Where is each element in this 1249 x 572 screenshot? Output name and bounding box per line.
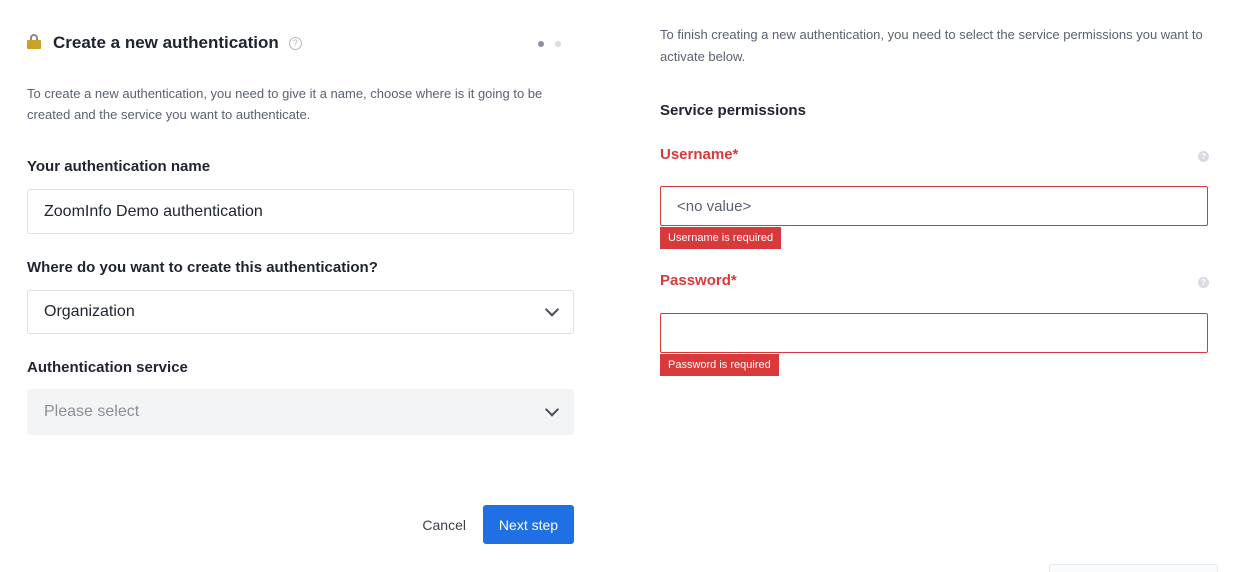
dialog-header: Create a new authentication ? bbox=[27, 31, 574, 55]
location-select[interactable]: Organization bbox=[27, 290, 574, 334]
bottom-panel-edge bbox=[1049, 564, 1218, 572]
username-label: Username* bbox=[660, 146, 739, 163]
location-label: Where do you want to create this authent… bbox=[27, 259, 378, 276]
username-placeholder: <no value> bbox=[677, 197, 752, 215]
authentication-service-label: Authentication service bbox=[27, 359, 188, 376]
step-dot-1[interactable] bbox=[538, 41, 544, 47]
authentication-service-select[interactable]: Please select bbox=[27, 389, 574, 435]
step-description: To create a new authentication, you need… bbox=[27, 86, 543, 122]
authentication-service-placeholder: Please select bbox=[44, 403, 140, 420]
username-input[interactable]: <no value> bbox=[660, 186, 1208, 226]
username-error: Username is required bbox=[660, 227, 782, 249]
dialog-title: Create a new authentication bbox=[53, 33, 279, 52]
cancel-button[interactable]: Cancel bbox=[422, 505, 466, 544]
location-selected-value: Organization bbox=[44, 303, 135, 320]
authentication-name-label: Your authentication name bbox=[27, 158, 211, 175]
help-circle-icon[interactable]: ? bbox=[288, 36, 302, 50]
step-indicator bbox=[538, 41, 561, 47]
service-permissions-title: Service permissions bbox=[660, 102, 806, 119]
help-circle-icon[interactable]: ? bbox=[1198, 277, 1209, 288]
create-authentication-step-2: To finish creating a new authentication,… bbox=[660, 0, 1209, 572]
help-circle-icon[interactable]: ? bbox=[1198, 151, 1209, 162]
create-authentication-step-1: Create a new authentication ? To create … bbox=[27, 0, 574, 572]
authentication-name-input[interactable]: ZoomInfo Demo authentication bbox=[27, 189, 574, 234]
step-2-description: To finish creating a new authentication,… bbox=[660, 27, 1203, 64]
password-label: Password* bbox=[660, 272, 737, 289]
next-step-button[interactable]: Next step bbox=[483, 505, 574, 544]
chevron-down-icon bbox=[544, 302, 560, 317]
lock-icon bbox=[27, 34, 41, 50]
password-input[interactable] bbox=[660, 313, 1208, 353]
password-error: Password is required bbox=[660, 354, 779, 376]
chevron-down-icon bbox=[544, 402, 560, 417]
dialog-footer: Cancel Next step bbox=[27, 505, 574, 544]
step-dot-2[interactable] bbox=[555, 41, 561, 47]
authentication-name-value: ZoomInfo Demo authentication bbox=[44, 202, 263, 220]
